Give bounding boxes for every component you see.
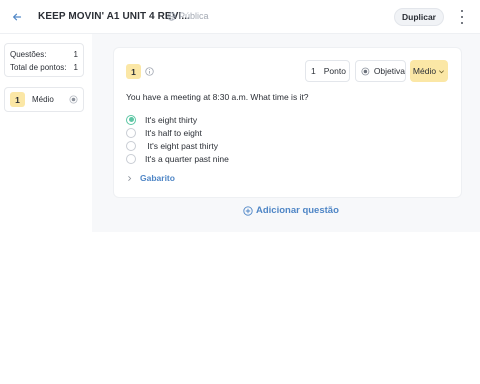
questions-count-label: Questões: [10, 50, 47, 59]
points-label: Ponto [323, 66, 346, 76]
visibility-label: Pública [179, 11, 209, 21]
plus-circle-icon [243, 205, 253, 216]
option-radio[interactable] [126, 127, 136, 138]
add-question-button[interactable]: Adicionar questão [243, 205, 339, 216]
points-field[interactable]: 1 Ponto [305, 60, 350, 82]
sidebar-question-number: 1 [10, 92, 25, 107]
question-number-badge: 1 [126, 64, 141, 79]
option-text: It's eight thirty [145, 114, 198, 125]
question-card: 1 1 Ponto Objetiva Médio You have a meet… [114, 48, 461, 197]
info-icon[interactable] [145, 67, 154, 76]
kebab-icon[interactable] [456, 10, 468, 24]
question-prompt: You have a meeting at 8:30 a.m. What tim… [126, 92, 309, 102]
answer-option-1[interactable]: It's eight thirty [126, 113, 229, 126]
answer-option-2[interactable]: It's half to eight [126, 126, 229, 139]
answer-option-4[interactable]: It's a quarter past nine [126, 152, 229, 165]
questions-count-value: 1 [73, 50, 78, 59]
option-text: It's eight past thirty [145, 140, 218, 151]
difficulty-dropdown[interactable]: Médio [410, 60, 448, 82]
answer-options: It's eight thirty It's half to eight It'… [126, 113, 229, 165]
option-text: It's half to eight [145, 127, 202, 138]
option-radio[interactable] [126, 140, 136, 151]
option-radio-selected[interactable] [126, 114, 136, 125]
answer-option-3[interactable]: It's eight past thirty [126, 139, 229, 152]
points-value: 1 [311, 66, 316, 76]
radio-type-icon [69, 95, 78, 104]
option-radio[interactable] [126, 153, 136, 164]
arrow-left-icon [13, 13, 22, 21]
total-points-label: Total de pontos: [10, 63, 67, 72]
answer-key-toggle[interactable]: Gabarito [126, 173, 175, 183]
chevron-right-icon [128, 175, 132, 181]
answer-key-label: Gabarito [140, 173, 175, 183]
chevron-down-icon [439, 69, 445, 73]
add-question-label: Adicionar questão [256, 205, 339, 216]
radio-icon [361, 67, 370, 75]
back-button[interactable] [9, 9, 25, 25]
total-points-value: 1 [73, 63, 78, 72]
sidebar-question-difficulty: Médio [32, 95, 54, 104]
visibility-indicator: Pública [167, 11, 209, 21]
sidebar-question-item[interactable]: 1 Médio [4, 87, 84, 112]
summary-panel: Questões: 1 Total de pontos: 1 [4, 43, 84, 77]
question-type-selector[interactable]: Objetiva [355, 60, 406, 82]
globe-icon [167, 11, 176, 21]
difficulty-label: Médio [412, 66, 437, 76]
top-bar: KEEP MOVIN' A1 UNIT 4 REVI... Pública Du… [0, 0, 480, 34]
question-type-label: Objetiva [373, 66, 405, 76]
duplicate-button[interactable]: Duplicar [394, 8, 444, 26]
option-text: It's a quarter past nine [145, 153, 229, 164]
